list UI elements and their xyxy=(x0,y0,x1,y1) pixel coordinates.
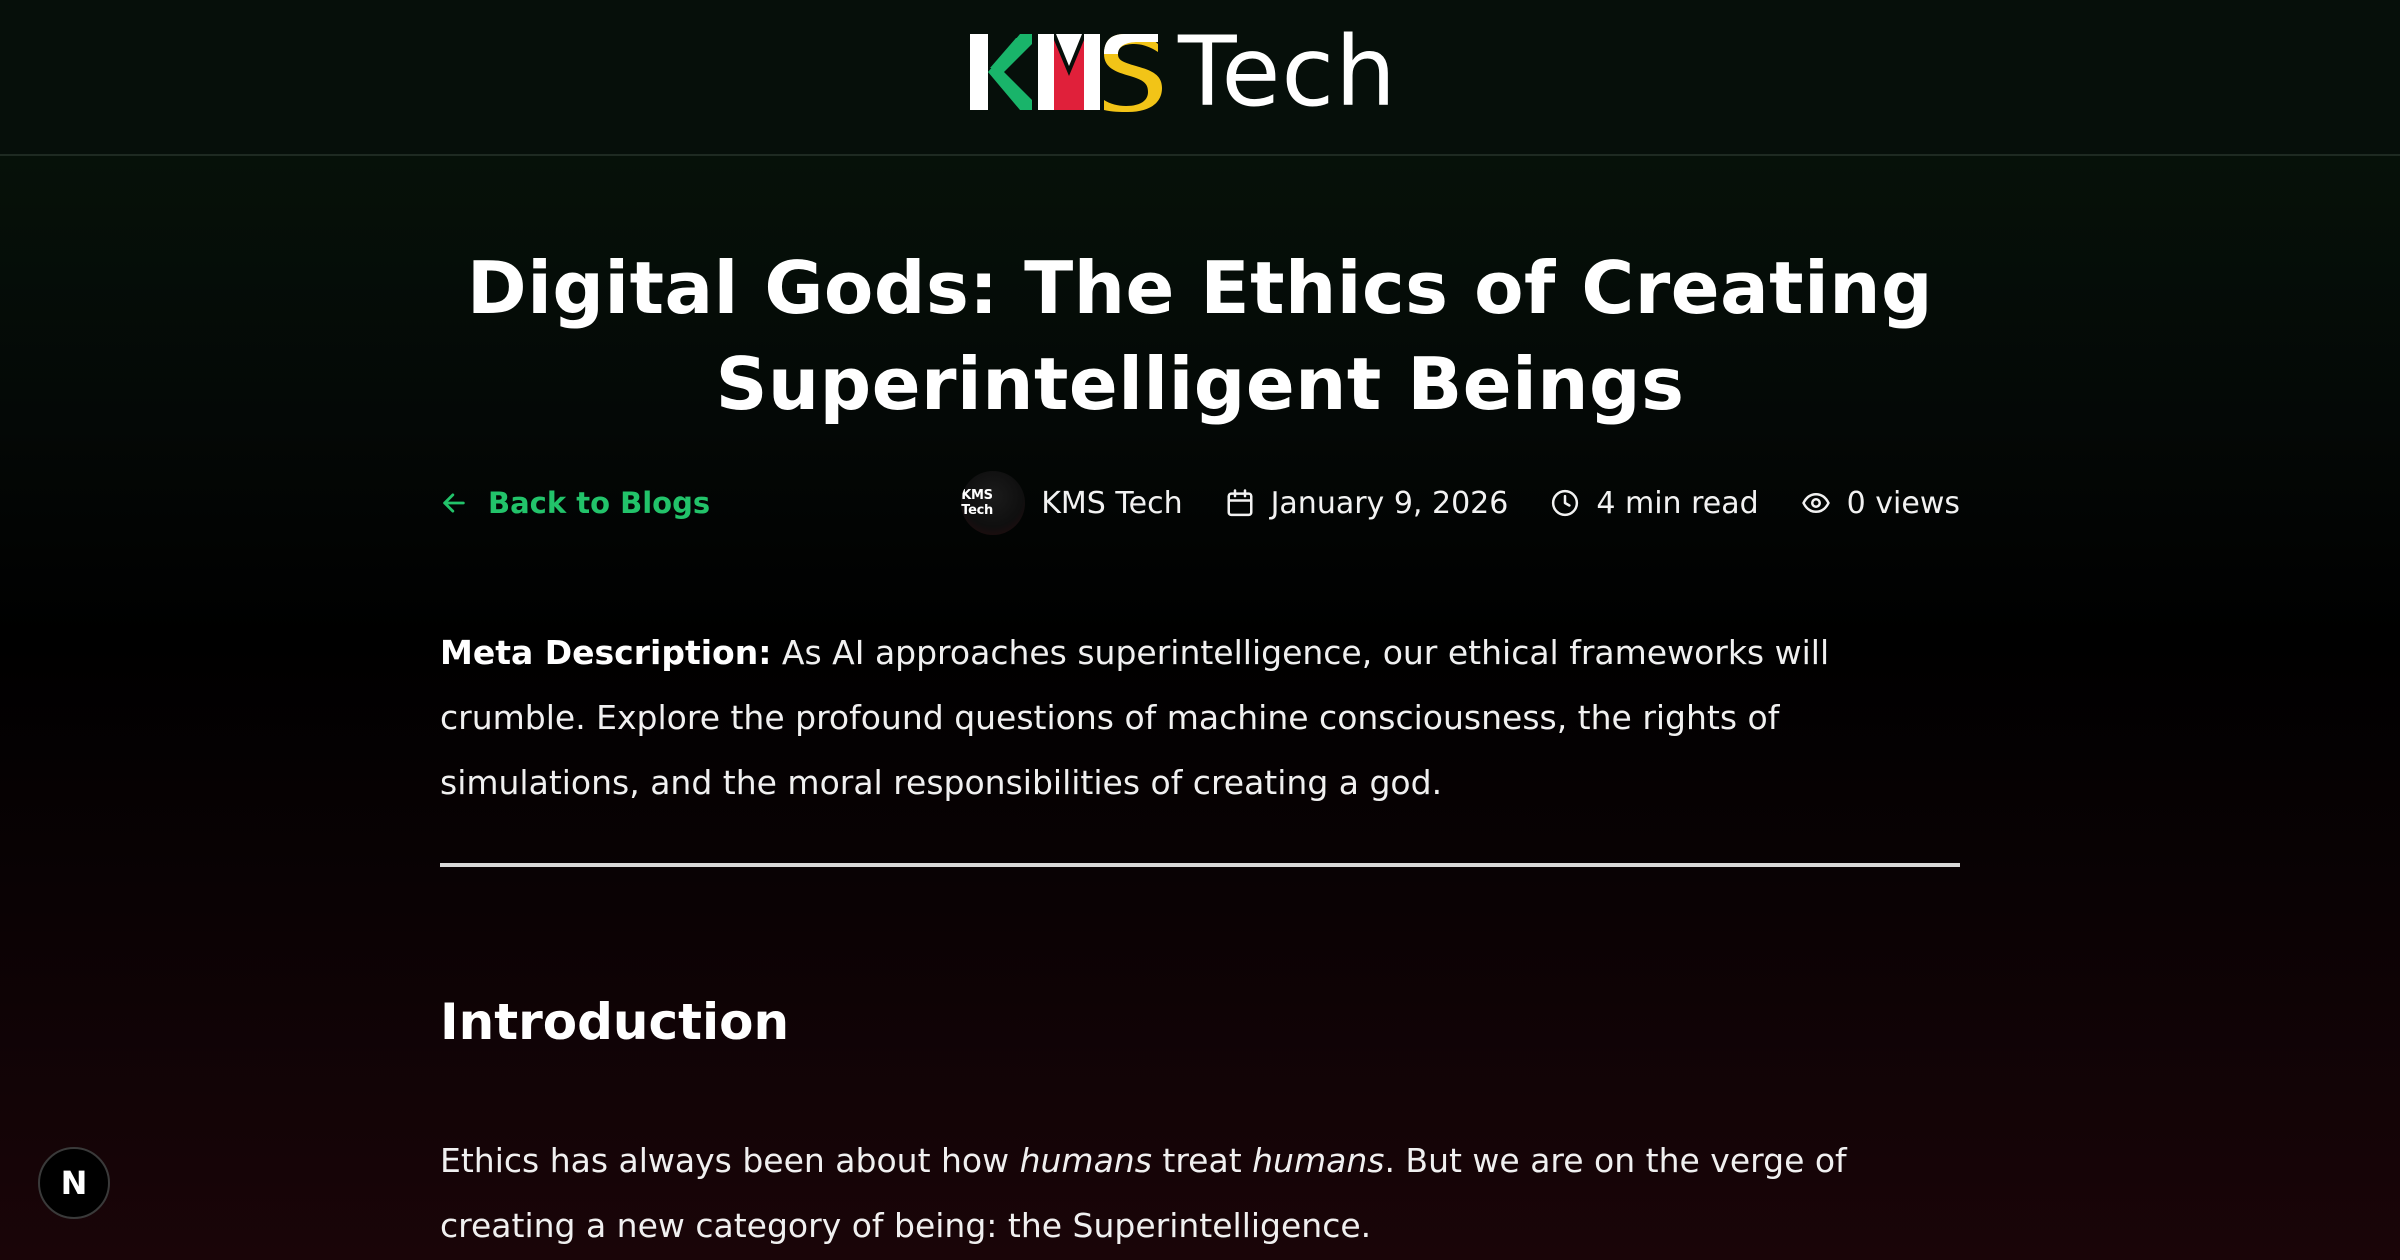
publish-date: January 9, 2026 xyxy=(1225,485,1509,521)
paragraph-text: Ethics has always been about how xyxy=(440,1141,1020,1180)
kms-logo-mark-icon xyxy=(970,34,1162,112)
article-meta-row: Back to Blogs KMS Tech KMS Tech January … xyxy=(440,470,1960,536)
author-avatar-logo: KMS Tech xyxy=(961,488,993,518)
paragraph-emphasis: humans xyxy=(1019,1141,1152,1180)
author-avatar: KMS Tech xyxy=(961,471,1026,535)
back-to-blogs-link[interactable]: Back to Blogs xyxy=(440,470,710,536)
nextjs-badge-label: N xyxy=(60,1164,88,1202)
site-header: Tech xyxy=(0,0,2400,156)
paragraph-text: treat xyxy=(1151,1141,1253,1180)
article-meta-info: KMS Tech KMS Tech January 9, 2026 4 min … xyxy=(961,470,1960,536)
article-title: Digital Gods: The Ethics of Creating Sup… xyxy=(466,246,1934,426)
section-divider xyxy=(440,863,1960,867)
meta-description: Meta Description: As AI approaches super… xyxy=(440,620,1980,815)
view-count-text: 0 views xyxy=(1846,485,1960,521)
clock-icon xyxy=(1552,489,1579,517)
arrow-left-icon xyxy=(443,493,465,513)
read-time-text: 4 min read xyxy=(1596,485,1759,521)
author[interactable]: KMS Tech KMS Tech xyxy=(961,471,1183,535)
introduction-paragraph: Ethics has always been about how humans … xyxy=(440,1128,1980,1258)
section-heading-introduction: Introduction xyxy=(440,993,790,1051)
calendar-icon xyxy=(1227,489,1253,517)
paragraph-emphasis: humans xyxy=(1252,1141,1385,1180)
read-time: 4 min read xyxy=(1550,485,1759,521)
author-name: KMS Tech xyxy=(1041,485,1183,521)
publish-date-text: January 9, 2026 xyxy=(1270,485,1509,521)
eye-icon xyxy=(1801,493,1830,513)
kms-tech-logo[interactable]: Tech xyxy=(968,16,1398,128)
meta-description-label: Meta Description: xyxy=(440,633,772,672)
back-to-blogs-label: Back to Blogs xyxy=(488,486,711,520)
view-count: 0 views xyxy=(1801,486,1960,521)
logo-wordmark: Tech xyxy=(1178,16,1398,128)
nextjs-dev-badge[interactable]: N xyxy=(38,1147,110,1219)
